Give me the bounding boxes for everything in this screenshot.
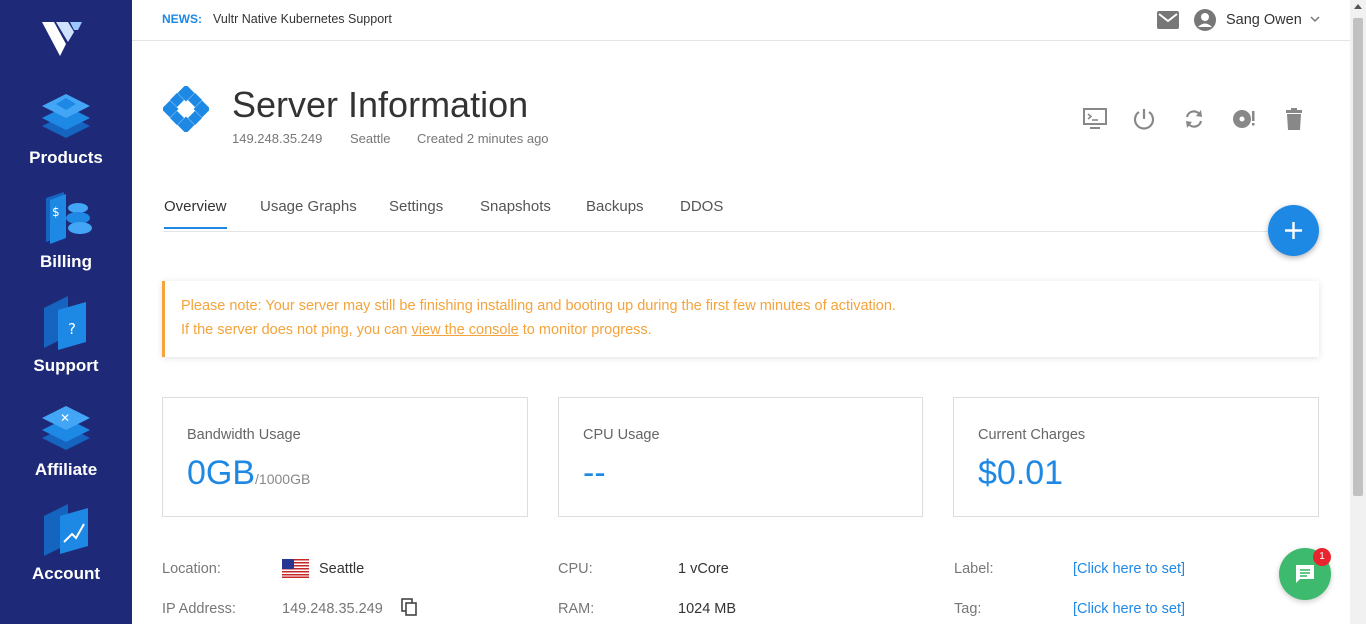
server-location: Seattle: [350, 131, 391, 146]
tab-usage-graphs[interactable]: Usage Graphs: [260, 198, 357, 227]
bandwidth-label: Bandwidth Usage: [187, 427, 301, 443]
affiliate-icon: ✕: [42, 406, 90, 450]
tag-label: Tag:: [954, 601, 982, 617]
cpu-usage-value: --: [583, 454, 606, 492]
server-icon: [163, 86, 209, 132]
server-ip: 149.248.35.249: [232, 131, 323, 146]
cpu-label: CPU:: [558, 561, 593, 577]
scrollbar[interactable]: [1350, 0, 1366, 624]
sidebar-item-label: Affiliate: [34, 460, 98, 479]
server-label-label: Label:: [954, 561, 994, 577]
console-icon[interactable]: [1082, 106, 1108, 132]
ip-address-label: IP Address:: [162, 601, 236, 617]
notice-line-2: If the server does not ping, you can vie…: [181, 322, 652, 338]
user-name[interactable]: Sang Owen: [1226, 12, 1302, 28]
cpu-card: CPU Usage --: [558, 397, 923, 517]
tab-bar: Overview Usage Graphs Settings Snapshots…: [163, 198, 1319, 232]
activation-notice: Please note: Your server may still be fi…: [162, 281, 1319, 357]
ram-label: RAM:: [558, 601, 595, 617]
charges-label: Current Charges: [978, 427, 1086, 443]
vultr-logo[interactable]: [40, 18, 86, 60]
scroll-up-arrow-icon[interactable]: [1354, 4, 1362, 9]
sidebar-item-products[interactable]: Products: [0, 88, 132, 168]
ip-address-value: 149.248.35.249: [282, 601, 383, 617]
trash-icon[interactable]: [1281, 106, 1307, 132]
news-link[interactable]: Vultr Native Kubernetes Support: [213, 12, 392, 26]
sidebar-item-label: Products: [29, 148, 103, 167]
tab-ddos[interactable]: DDOS: [680, 198, 723, 227]
scroll-thumb[interactable]: [1353, 18, 1363, 496]
copy-icon[interactable]: [401, 598, 417, 616]
billing-icon: $: [46, 192, 92, 244]
user-avatar-icon[interactable]: [1194, 9, 1216, 31]
notice-text: If the server does not ping, you can: [181, 322, 412, 338]
sidebar: Products $ Billing ? Support ✕ Affiliate: [0, 0, 132, 624]
reinstall-disc-icon[interactable]: [1231, 106, 1257, 132]
tab-settings[interactable]: Settings: [389, 198, 443, 227]
tab-backups[interactable]: Backups: [586, 198, 644, 227]
top-bar: NEWS: Vultr Native Kubernetes Support Sa…: [132, 0, 1350, 41]
page-title: Server Information: [232, 84, 529, 125]
charges-card: Current Charges $0.01: [953, 397, 1319, 517]
server-created: Created 2 minutes ago: [417, 131, 549, 146]
products-icon: [42, 94, 90, 138]
power-icon[interactable]: [1131, 106, 1157, 132]
sidebar-item-label: Support: [33, 356, 99, 375]
chevron-down-icon[interactable]: [1310, 15, 1320, 23]
location-value: Seattle: [319, 561, 365, 577]
bandwidth-card: Bandwidth Usage 0GB/1000GB: [162, 397, 528, 517]
add-button[interactable]: [1268, 205, 1319, 256]
us-flag-icon: [282, 559, 309, 578]
sidebar-item-account[interactable]: Account: [0, 504, 132, 584]
sidebar-item-label: Billing: [40, 252, 92, 271]
chat-notification-badge: 1: [1313, 548, 1331, 566]
cpu-value: 1 vCore: [678, 561, 729, 577]
bandwidth-value: 0GB/1000GB: [187, 454, 310, 493]
sidebar-item-support[interactable]: ? Support: [0, 296, 132, 376]
sidebar-item-billing[interactable]: $ Billing: [0, 192, 132, 272]
cpu-usage-label: CPU Usage: [583, 427, 660, 443]
bandwidth-amount: 0GB: [187, 454, 256, 492]
support-icon: ?: [44, 296, 86, 350]
restart-icon[interactable]: [1181, 106, 1207, 132]
set-label-link[interactable]: [Click here to set]: [1073, 561, 1185, 577]
bandwidth-unit: /1000GB: [255, 471, 311, 487]
notice-line-1: Please note: Your server may still be fi…: [181, 298, 896, 314]
mail-icon[interactable]: [1157, 11, 1179, 29]
svg-text:?: ?: [68, 320, 76, 338]
charges-value: $0.01: [978, 454, 1064, 492]
notice-text: to monitor progress.: [518, 322, 652, 338]
location-label: Location:: [162, 561, 221, 577]
tab-overview[interactable]: Overview: [164, 198, 227, 229]
set-tag-link[interactable]: [Click here to set]: [1073, 601, 1185, 617]
account-icon: [44, 504, 88, 556]
news-tag: NEWS:: [162, 12, 202, 26]
tab-snapshots[interactable]: Snapshots: [480, 198, 551, 227]
view-console-link[interactable]: view the console: [412, 322, 519, 338]
svg-text:$: $: [52, 205, 60, 219]
chat-icon: [1296, 565, 1314, 583]
svg-text:✕: ✕: [60, 411, 70, 425]
sidebar-item-label: Account: [32, 564, 100, 583]
ram-value: 1024 MB: [678, 601, 737, 617]
plus-icon: [1285, 222, 1302, 239]
sidebar-item-affiliate[interactable]: ✕ Affiliate: [0, 400, 132, 480]
